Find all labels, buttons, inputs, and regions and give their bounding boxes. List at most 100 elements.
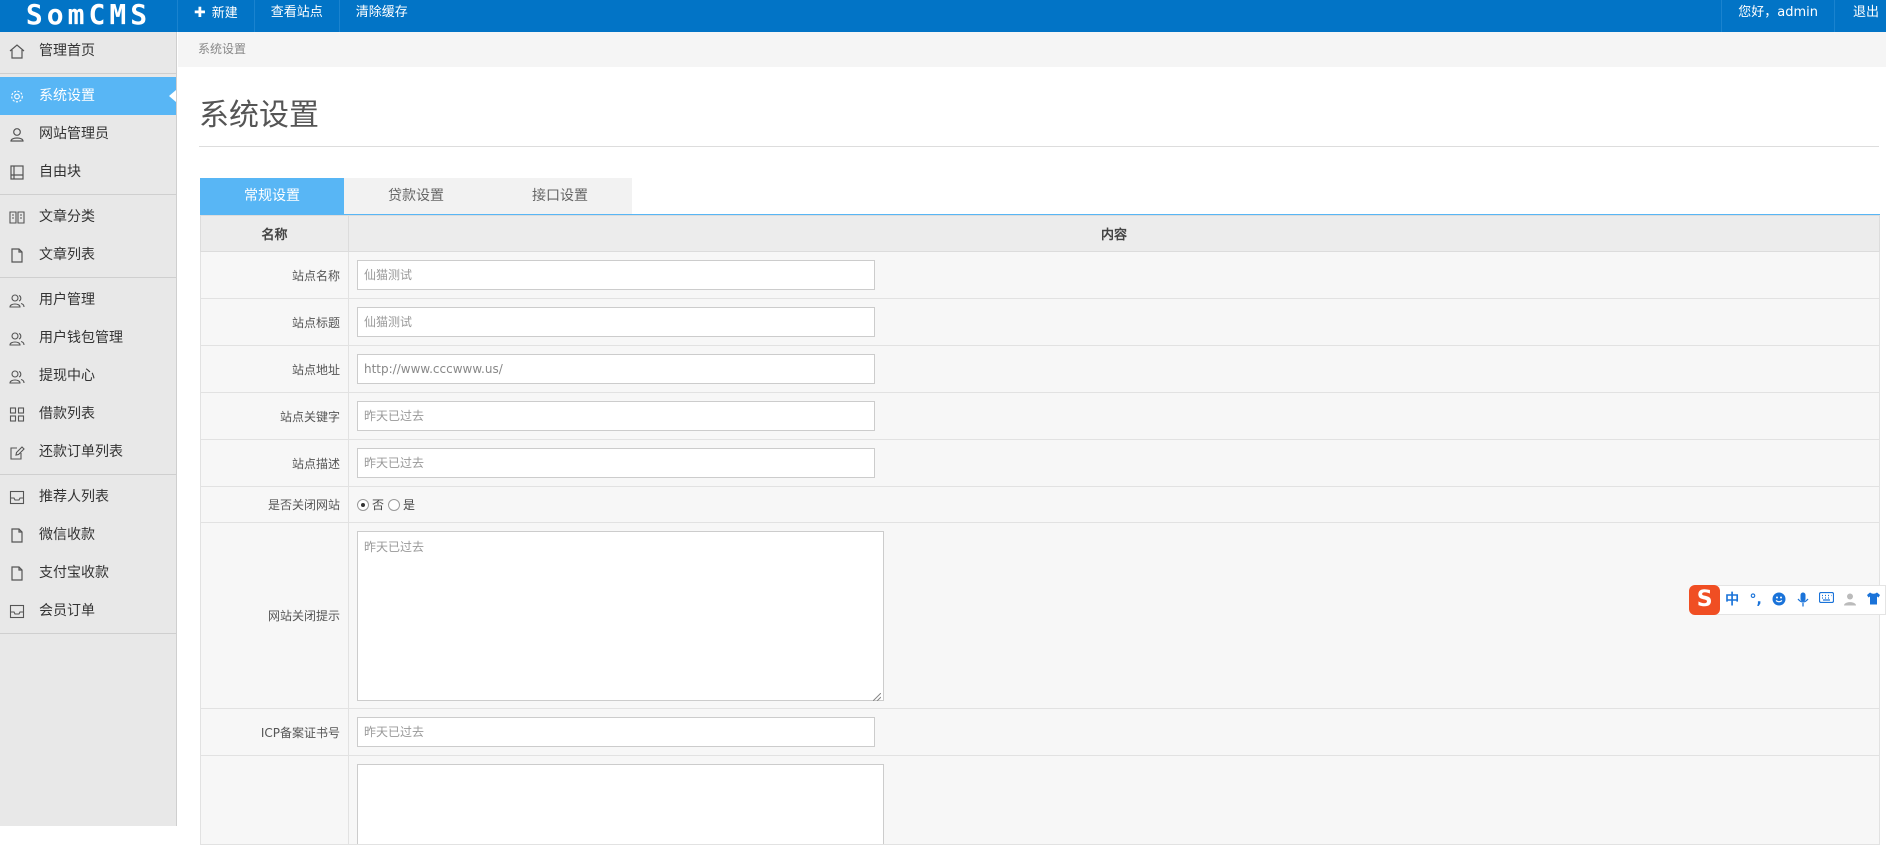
microphone-icon[interactable] [1791, 590, 1815, 610]
open-book-icon [9, 210, 25, 225]
close-site-no-label: 否 [372, 498, 385, 512]
sidebar-item-home[interactable]: 管理首页 [0, 32, 176, 70]
ime-punctuation-toggle[interactable]: °, [1744, 590, 1768, 610]
sidebar-group: 文章分类 文章列表 [0, 195, 176, 278]
new-label: 新建 [211, 6, 238, 21]
table-row: 站点地址 http://www.cccwww.us/ [200, 345, 1880, 393]
top-nav: ✚ 新建 查看站点 清除缓存 [177, 0, 424, 32]
logo[interactable]: SomCMS [0, 0, 177, 32]
close-site-yes-label: 是 [403, 498, 416, 512]
sidebar-item-alipay[interactable]: 支付宝收款 [0, 554, 176, 592]
ime-mode-toggle[interactable]: 中 [1720, 590, 1744, 610]
icp-input[interactable]: 昨天已过去 [357, 717, 875, 747]
sidebar-item-label: 系统设置 [39, 88, 95, 104]
keyboard-icon[interactable] [1814, 590, 1838, 610]
sogou-logo[interactable]: S [1689, 585, 1721, 615]
sidebar-item-label: 支付宝收款 [39, 565, 109, 581]
sidebar-item-withdraw-center[interactable]: 提现中心 [0, 357, 176, 395]
close-tip-placeholder: 昨天已过去 [364, 539, 425, 554]
sidebar-item-user-wallet[interactable]: 用户钱包管理 [0, 319, 176, 357]
tab-loan-settings[interactable]: 贷款设置 [344, 178, 488, 214]
ime-toolbar: S 中 °, [1689, 585, 1886, 615]
resize-grip-icon[interactable] [872, 690, 882, 701]
sidebar-item-user-management[interactable]: 用户管理 [0, 281, 176, 319]
extra-textarea[interactable] [357, 764, 884, 844]
site-title-label: 站点标题 [200, 298, 349, 346]
book-icon [9, 165, 25, 180]
sidebar-item-label: 文章列表 [39, 247, 95, 263]
close-site-radio-group: 否 是 [357, 496, 1879, 513]
sidebar-item-wechat-pay[interactable]: 微信收款 [0, 516, 176, 554]
site-url-input[interactable]: http://www.cccwww.us/ [357, 354, 875, 384]
page-title: 系统设置 [199, 98, 319, 133]
close-site-yes-radio[interactable] [388, 498, 401, 511]
close-site-no-radio[interactable] [357, 498, 369, 511]
top-bar: SomCMS ✚ 新建 查看站点 清除缓存 您好，admin 退出 [0, 0, 1886, 32]
top-right: 您好，admin 退出 [1721, 0, 1886, 32]
main-content: 系统设置 系统设置 常规设置 贷款设置 接口设置 名称 内容 站点名称 仙猫测试… [178, 32, 1886, 845]
site-keywords-label: 站点关键字 [200, 392, 349, 440]
site-description-input[interactable]: 昨天已过去 [357, 448, 875, 478]
sidebar-item-label: 借款列表 [39, 406, 95, 422]
logout-link[interactable]: 退出 [1834, 0, 1886, 32]
settings-table: 名称 内容 站点名称 仙猫测试 站点标题 仙猫测试 站点地址 http://ww… [200, 215, 1880, 845]
table-row: 站点标题 仙猫测试 [200, 298, 1880, 346]
document-icon [9, 248, 25, 263]
user-profile-icon[interactable] [1838, 590, 1862, 610]
sidebar-item-label: 推荐人列表 [39, 489, 109, 505]
sidebar-item-label: 提现中心 [39, 368, 95, 384]
plus-icon: ✚ [194, 5, 206, 21]
user-greeting: 您好，admin [1721, 0, 1834, 32]
inbox-icon [9, 490, 25, 505]
users-icon [9, 293, 25, 308]
icp-label: ICP备案证书号 [200, 708, 349, 756]
emoji-icon[interactable] [1767, 590, 1791, 610]
sidebar-item-label: 用户管理 [39, 292, 95, 308]
gear-icon [9, 89, 25, 104]
clear-cache-link[interactable]: 清除缓存 [338, 0, 424, 32]
sidebar-item-label: 文章分类 [39, 209, 95, 225]
sidebar-item-member-orders[interactable]: 会员订单 [0, 592, 176, 630]
document-icon [9, 566, 25, 581]
table-row: 网站关闭提示 昨天已过去 [200, 522, 1880, 709]
table-row: 站点描述 昨天已过去 [200, 439, 1880, 487]
sidebar-item-system-settings[interactable]: 系统设置 [0, 77, 176, 115]
close-site-label: 是否关闭网站 [200, 486, 349, 523]
view-site-link[interactable]: 查看站点 [253, 0, 339, 32]
sidebar-group: 用户管理 用户钱包管理 提现中心 借款列表 还款订单列表 [0, 278, 176, 475]
site-name-input[interactable]: 仙猫测试 [357, 260, 875, 290]
skin-icon[interactable] [1861, 590, 1885, 610]
tab-general-settings[interactable]: 常规设置 [200, 178, 344, 214]
sidebar-item-label: 微信收款 [39, 527, 95, 543]
sidebar-item-site-admins[interactable]: 网站管理员 [0, 115, 176, 153]
site-title-input[interactable]: 仙猫测试 [357, 307, 875, 337]
sidebar-item-label: 会员订单 [39, 603, 95, 619]
users-icon [9, 331, 25, 346]
sidebar-item-repayment-orders[interactable]: 还款订单列表 [0, 433, 176, 471]
breadcrumb: 系统设置 [178, 32, 1886, 67]
sidebar-item-free-block[interactable]: 自由块 [0, 153, 176, 191]
sidebar-group: 管理首页 [0, 32, 176, 74]
users-icon [9, 369, 25, 384]
sidebar-group: 系统设置 网站管理员 自由块 [0, 74, 176, 195]
sidebar-item-referrer-list[interactable]: 推荐人列表 [0, 478, 176, 516]
table-header-row: 名称 内容 [200, 215, 1880, 252]
site-name-label: 站点名称 [200, 251, 349, 299]
column-header-name: 名称 [200, 215, 349, 252]
document-icon [9, 528, 25, 543]
sidebar-item-article-categories[interactable]: 文章分类 [0, 198, 176, 236]
site-keywords-input[interactable]: 昨天已过去 [357, 401, 875, 431]
title-divider [199, 146, 1879, 147]
tab-api-settings[interactable]: 接口设置 [488, 178, 632, 214]
edit-icon [9, 445, 25, 460]
table-row: 站点关键字 昨天已过去 [200, 392, 1880, 440]
new-button[interactable]: ✚ 新建 [177, 0, 254, 32]
sidebar-item-label: 用户钱包管理 [39, 330, 123, 346]
close-tip-textarea[interactable]: 昨天已过去 [357, 530, 884, 701]
site-url-label: 站点地址 [200, 345, 349, 393]
table-row: ICP备案证书号 昨天已过去 [200, 708, 1880, 756]
sidebar-item-loan-list[interactable]: 借款列表 [0, 395, 176, 433]
sidebar-item-article-list[interactable]: 文章列表 [0, 236, 176, 274]
settings-tabs: 常规设置 贷款设置 接口设置 [200, 178, 632, 214]
site-description-label: 站点描述 [200, 439, 349, 487]
